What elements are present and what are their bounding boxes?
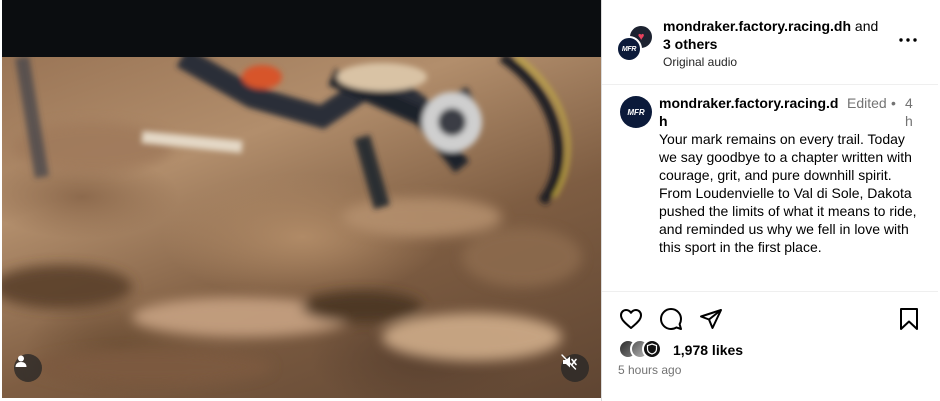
separator-dot: • bbox=[891, 95, 896, 111]
caption-username-link[interactable]: mondraker.factory.racing.dh bbox=[659, 94, 841, 130]
post-actions: 1,978 likes 5 hours ago bbox=[602, 291, 938, 401]
edited-label: Edited bbox=[847, 95, 887, 111]
post-side-panel: ♥ MFR mondraker.factory.racing.dh and 3 o… bbox=[601, 0, 938, 401]
caption-header: mondraker.factory.racing.dh Edited • 4h bbox=[659, 94, 929, 130]
liker-avatar[interactable] bbox=[642, 339, 662, 359]
header-text: mondraker.factory.racing.dh and 3 others … bbox=[663, 17, 903, 70]
user-icon bbox=[15, 355, 27, 367]
paper-plane-icon bbox=[700, 309, 722, 329]
more-options-button[interactable] bbox=[898, 32, 918, 48]
post-caption: MFR mondraker.factory.racing.dh Edited •… bbox=[602, 86, 938, 290]
comment-icon bbox=[660, 308, 682, 330]
avatar-logo-text: MFR bbox=[627, 107, 645, 117]
author-avatar[interactable]: MFR bbox=[616, 36, 642, 62]
video-still-image bbox=[2, 57, 582, 385]
caption-text: Your mark remains on every trail. Today … bbox=[659, 131, 917, 255]
like-button[interactable] bbox=[618, 306, 644, 332]
author-username-link[interactable]: mondraker.factory.racing.dh bbox=[663, 18, 851, 34]
others-link[interactable]: 3 others bbox=[663, 36, 717, 52]
caption-author-avatar[interactable]: MFR bbox=[620, 96, 652, 128]
heart-icon bbox=[620, 309, 642, 329]
post-dialog: ♥ MFR mondraker.factory.racing.dh and 3 o… bbox=[0, 0, 940, 401]
shield-logo-icon bbox=[646, 343, 658, 355]
tagged-users-button[interactable] bbox=[14, 354, 42, 382]
likes-count-link[interactable]: 1,978 likes bbox=[673, 341, 743, 359]
mute-toggle-button[interactable] bbox=[561, 354, 589, 382]
collab-avatars[interactable]: ♥ MFR bbox=[616, 24, 656, 64]
authors-connector: and bbox=[851, 18, 879, 34]
more-options-icon bbox=[899, 38, 917, 42]
share-button[interactable] bbox=[698, 306, 724, 332]
post-age[interactable]: 5 hours ago bbox=[618, 362, 681, 378]
bookmark-icon bbox=[900, 308, 918, 330]
save-button[interactable] bbox=[896, 306, 922, 332]
post-header: ♥ MFR mondraker.factory.racing.dh and 3 o… bbox=[602, 0, 938, 85]
speaker-muted-icon bbox=[561, 354, 577, 370]
video-frame[interactable] bbox=[2, 57, 601, 398]
header-authors: mondraker.factory.racing.dh and 3 others bbox=[663, 17, 903, 53]
likes-row: 1,978 likes bbox=[618, 339, 918, 361]
video-letterbox bbox=[2, 0, 601, 57]
audio-link[interactable]: Original audio bbox=[663, 54, 903, 70]
caption-timestamp[interactable]: 4h bbox=[905, 94, 917, 130]
avatar-logo-text: MFR bbox=[621, 45, 637, 53]
comment-button[interactable] bbox=[658, 306, 684, 332]
video-player[interactable] bbox=[2, 0, 601, 398]
